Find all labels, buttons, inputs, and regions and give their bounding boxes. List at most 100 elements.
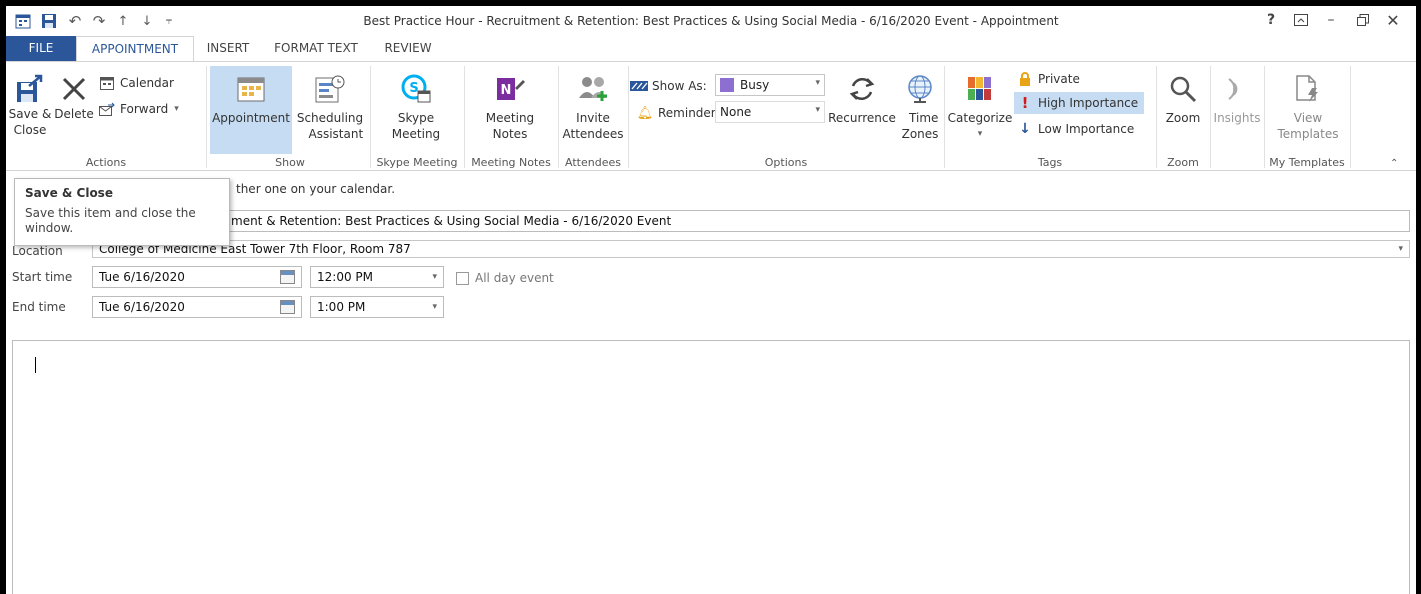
globe-icon [903, 72, 937, 106]
save-close-button[interactable]: Save & Close [8, 66, 52, 154]
time-zones-button[interactable]: Time Zones [898, 66, 942, 154]
recurrence-button[interactable]: Recurrence [826, 66, 898, 154]
meeting-notes-label-2: Notes [492, 127, 528, 141]
time-zones-label-2: Zones [901, 127, 939, 141]
down-arrow-icon: ↓ [1019, 121, 1031, 137]
delete-icon [57, 72, 91, 106]
group-separator [1350, 66, 1351, 168]
group-label-attendees: Attendees [565, 156, 621, 169]
group-label-show: Show [275, 156, 305, 169]
end-time-dropdown[interactable]: 1:00 PM ▾ [310, 296, 444, 318]
reminder-dropdown[interactable]: None ▾ [715, 101, 825, 123]
show-as-label-group: Show As: [630, 75, 707, 97]
help-icon[interactable]: ? [1256, 9, 1286, 31]
restore-icon[interactable] [1348, 9, 1378, 31]
group-label-skype: Skype Meeting [376, 156, 458, 169]
delete-label: Delete [54, 107, 94, 121]
show-as-label: Show As: [652, 79, 707, 93]
chevron-down-icon: ▾ [432, 272, 437, 282]
end-date-value: Tue 6/16/2020 [99, 300, 185, 314]
invite-attendees-button[interactable]: Invite Attendees [560, 66, 626, 154]
end-time-value: 1:00 PM [317, 300, 366, 314]
delete-button[interactable]: Delete [52, 66, 96, 154]
appointment-view-icon [234, 72, 268, 106]
skype-meeting-button[interactable]: S Skype Meeting [372, 66, 460, 154]
ribbon-display-icon[interactable] [1286, 9, 1316, 31]
zoom-button[interactable]: Zoom [1158, 66, 1208, 154]
skype-label-1: Skype [397, 111, 435, 125]
high-importance-label: High Importance [1038, 96, 1139, 110]
start-date-field[interactable]: Tue 6/16/2020 [92, 266, 302, 288]
calendar-picker-icon[interactable] [280, 300, 295, 314]
low-importance-label: Low Importance [1038, 122, 1135, 136]
bell-icon: 🔔︎ [636, 105, 654, 121]
categorize-icon [963, 72, 997, 106]
invite-label-2: Attendees [562, 127, 624, 141]
end-time-label: End time [12, 300, 66, 314]
recurrence-icon [845, 72, 879, 106]
window-title: Best Practice Hour - Recruitment & Reten… [363, 14, 1059, 28]
subject-field[interactable]: ment & Retention: Best Practices & Using… [92, 210, 1410, 232]
chevron-down-icon: ▾ [815, 105, 820, 115]
group-separator [206, 66, 207, 168]
private-button[interactable]: Private [1016, 68, 1080, 90]
calendar-icon [98, 75, 116, 91]
tab-insert[interactable]: INSERT [196, 36, 260, 61]
tab-appointment[interactable]: APPOINTMENT [76, 36, 194, 62]
appointment-button[interactable]: Appointment [210, 66, 292, 154]
templates-icon [1291, 72, 1325, 106]
group-separator [1156, 66, 1157, 168]
forward-button[interactable]: Forward ▾ [98, 98, 179, 120]
busy-swatch [720, 78, 734, 92]
all-day-label: All day event [475, 271, 554, 285]
save-close-icon [13, 72, 47, 106]
tab-file[interactable]: FILE [6, 36, 76, 61]
private-label: Private [1038, 72, 1080, 86]
scheduling-assistant-button[interactable]: Scheduling Assistant [292, 66, 368, 154]
body-editor[interactable] [12, 340, 1410, 594]
location-field[interactable]: College of Medicine East Tower 7th Floor… [92, 240, 1410, 258]
ribbon-tabs: FILE APPOINTMENT INSERT FORMAT TEXT REVI… [6, 36, 1416, 62]
view-templates-button[interactable]: View Templates [1266, 66, 1350, 154]
all-day-checkbox[interactable] [456, 272, 469, 285]
chevron-down-icon: ▾ [432, 302, 437, 312]
insights-button[interactable]: Insights [1212, 66, 1262, 154]
text-caret [35, 357, 36, 373]
calendar-button[interactable]: Calendar [98, 72, 174, 94]
end-date-field[interactable]: Tue 6/16/2020 [92, 296, 302, 318]
magnifier-icon [1166, 72, 1200, 106]
high-importance-button[interactable]: ! High Importance [1014, 92, 1145, 114]
scheduling-label-1: Scheduling [296, 111, 364, 125]
group-separator [464, 66, 465, 168]
meeting-notes-button[interactable]: N Meeting Notes [466, 66, 554, 154]
close-icon[interactable]: ✕ [1378, 9, 1408, 31]
reminder-label: Reminder: [658, 106, 720, 120]
skype-icon: S [399, 72, 433, 106]
collapse-ribbon-icon[interactable]: ⌃ [1390, 158, 1398, 169]
low-importance-button[interactable]: ↓ Low Importance [1016, 118, 1134, 140]
categorize-button[interactable]: Categorize ▾ [946, 66, 1014, 154]
appointment-window: ↶ ↷ ↑ ↓ ⫧ Best Practice Hour - Recruitme… [6, 6, 1416, 594]
exclamation-icon: ! [1021, 94, 1029, 112]
appointment-label: Appointment [212, 111, 290, 125]
group-label-my-templates: My Templates [1269, 156, 1345, 169]
show-as-dropdown[interactable]: Busy ▾ [715, 74, 825, 96]
svg-text:N: N [501, 83, 512, 98]
reminder-value: None [720, 105, 752, 119]
save-close-label-2: Close [13, 123, 47, 137]
insights-label: Insights [1213, 111, 1261, 125]
show-as-value: Busy [740, 78, 770, 92]
scheduling-assistant-icon [313, 72, 347, 106]
reminder-label-group: 🔔︎ Reminder: [636, 102, 720, 124]
save-close-label-1: Save & [8, 107, 52, 121]
tab-format-text[interactable]: FORMAT TEXT [262, 36, 370, 61]
chevron-down-icon: ▾ [1398, 244, 1403, 254]
lock-icon [1016, 71, 1034, 87]
tab-review[interactable]: REVIEW [372, 36, 444, 61]
minimize-icon[interactable]: – [1316, 9, 1346, 31]
view-templates-label-1: View [1293, 111, 1323, 125]
calendar-label: Calendar [120, 76, 174, 90]
calendar-picker-icon[interactable] [280, 270, 295, 284]
group-separator [1210, 66, 1211, 168]
start-time-dropdown[interactable]: 12:00 PM ▾ [310, 266, 444, 288]
